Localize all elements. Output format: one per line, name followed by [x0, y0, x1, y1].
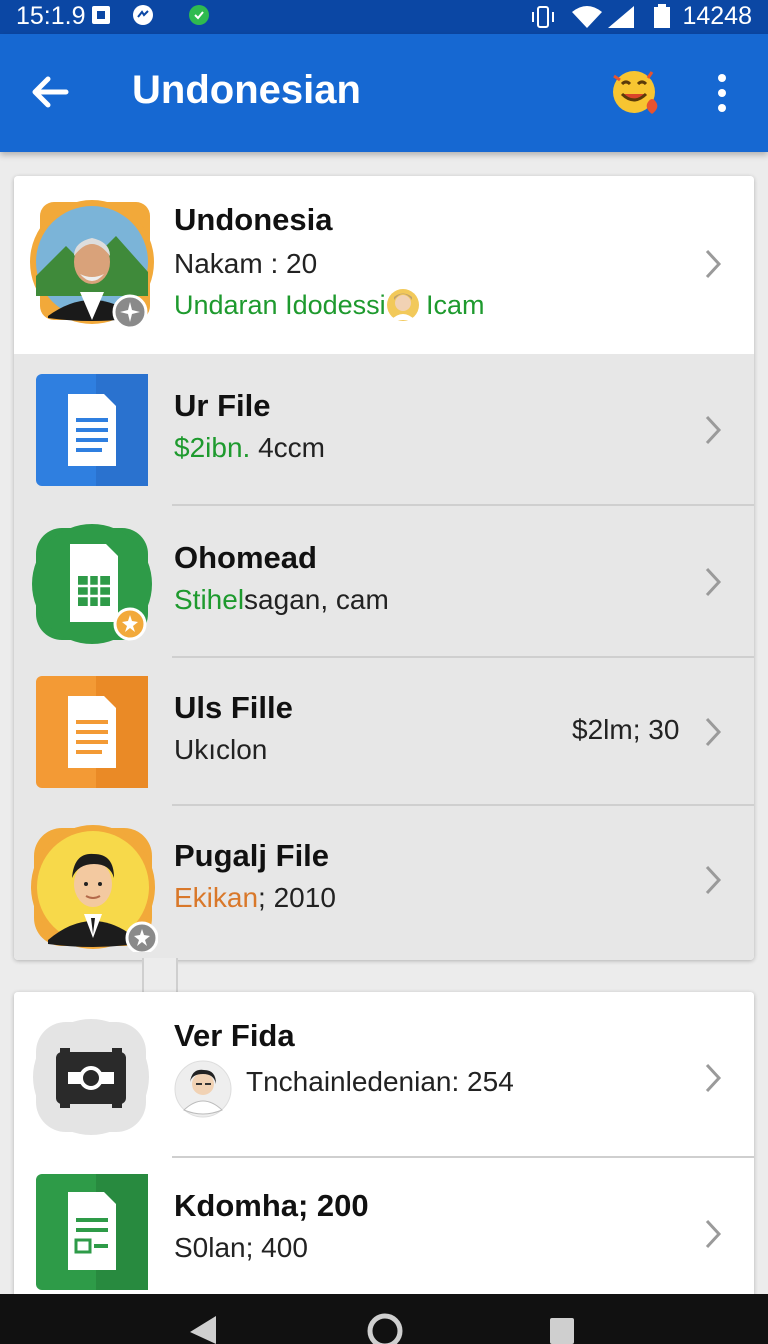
secondary-list-card: Ver Fida Tnchainledenian: 254 Kdomha; 20… [14, 992, 754, 1302]
chevron-right-icon [705, 249, 722, 279]
app-bar: Undonesian [0, 34, 768, 152]
nav-back-icon[interactable] [188, 1316, 218, 1344]
battery-icon [654, 4, 670, 28]
sheets-icon [32, 524, 152, 644]
item-subtitle: S0lan; 400 [174, 1232, 308, 1263]
arrow-left-icon[interactable] [28, 70, 72, 114]
docs-icon [36, 374, 148, 486]
system-nav-bar [0, 1294, 768, 1344]
status-bar: 15:1.9 14248 [0, 0, 768, 34]
item-subtitle-text: 4ccm [250, 432, 325, 463]
notification-icon [92, 6, 110, 24]
person-emoji-icon [387, 289, 419, 321]
chevron-right-icon [705, 567, 722, 597]
list-item[interactable]: Ver Fida Tnchainledenian: 254 [14, 992, 754, 1158]
item-title: Uls Fille [174, 690, 293, 725]
list-item[interactable]: Pugalj File Ekikan; 2010 [14, 806, 754, 960]
profile-avatar-icon [30, 200, 154, 330]
list-item[interactable]: Ur File $2ibn. 4ccm [14, 354, 754, 506]
page-title: Undonesian [132, 68, 361, 112]
wifi-icon [572, 6, 602, 28]
item-subtitle-highlight: Stihel [174, 584, 245, 615]
smiley-emoji-icon[interactable] [608, 64, 664, 120]
chevron-right-icon [705, 717, 722, 747]
item-subtitle: Tnchainledenian: 254 [246, 1066, 514, 1097]
profile-tag-left: Undaran Idodessi [174, 290, 386, 320]
profile-row[interactable]: Undonesia Nakam : 20 Undaran Idodessi Ic… [14, 176, 754, 354]
item-subtitle: Ekikan; 2010 [174, 882, 336, 914]
item-trailing-value: $2lm; 30 [572, 714, 680, 745]
profile-tag-right: Icam [426, 290, 485, 320]
list-item[interactable]: Ohomead Stihelsagan, cam [14, 506, 754, 658]
chevron-right-icon [705, 865, 722, 895]
item-subtitle: $2ibn. 4ccm [174, 432, 325, 464]
forms-icon [36, 1174, 148, 1290]
item-subtitle: Stihelsagan, cam [174, 584, 389, 616]
slides-doc-icon [36, 676, 148, 788]
camera-icon [33, 1019, 149, 1135]
item-subtitle-highlight: Ekikan [174, 882, 259, 913]
item-title: Kdomha; 200 [174, 1188, 369, 1223]
nav-home-icon[interactable] [366, 1312, 404, 1344]
more-vertical-icon[interactable] [704, 70, 740, 116]
item-title: Pugalj File [174, 838, 330, 873]
status-clock: 14248 [682, 2, 752, 30]
vibrate-icon [532, 6, 554, 28]
item-title: Ur File [174, 388, 271, 423]
signal-icon [608, 6, 634, 28]
list-item[interactable]: Uls Fille Ukıclon $2lm; 30 [14, 658, 754, 806]
app-notification-icon [189, 5, 209, 25]
profile-subtitle: Nakam : 20 [174, 248, 318, 279]
messenger-icon [133, 5, 153, 25]
nav-recents-icon[interactable] [548, 1316, 576, 1344]
item-subtitle-text: sagan, cam [244, 584, 389, 615]
item-subtitle-highlight: $2ibn. [174, 432, 251, 463]
avatar-icon [31, 825, 158, 952]
file-list-card: Undonesia Nakam : 20 Undaran Idodessi Ic… [14, 176, 754, 960]
item-title: Ver Fida [174, 1018, 295, 1053]
card-connector [142, 958, 178, 994]
chevron-right-icon [705, 1063, 722, 1093]
status-time: 15:1.9 [16, 2, 86, 30]
item-subtitle-text: ; 2010 [258, 882, 336, 913]
item-title: Ohomead [174, 540, 317, 575]
person-avatar-icon [174, 1060, 232, 1118]
list-item[interactable]: Kdomha; 200 S0lan; 400 [14, 1158, 754, 1302]
profile-name: Undonesia [174, 202, 333, 237]
chevron-right-icon [705, 1219, 722, 1249]
chevron-right-icon [705, 415, 722, 445]
item-subtitle: Ukıclon [174, 734, 268, 765]
